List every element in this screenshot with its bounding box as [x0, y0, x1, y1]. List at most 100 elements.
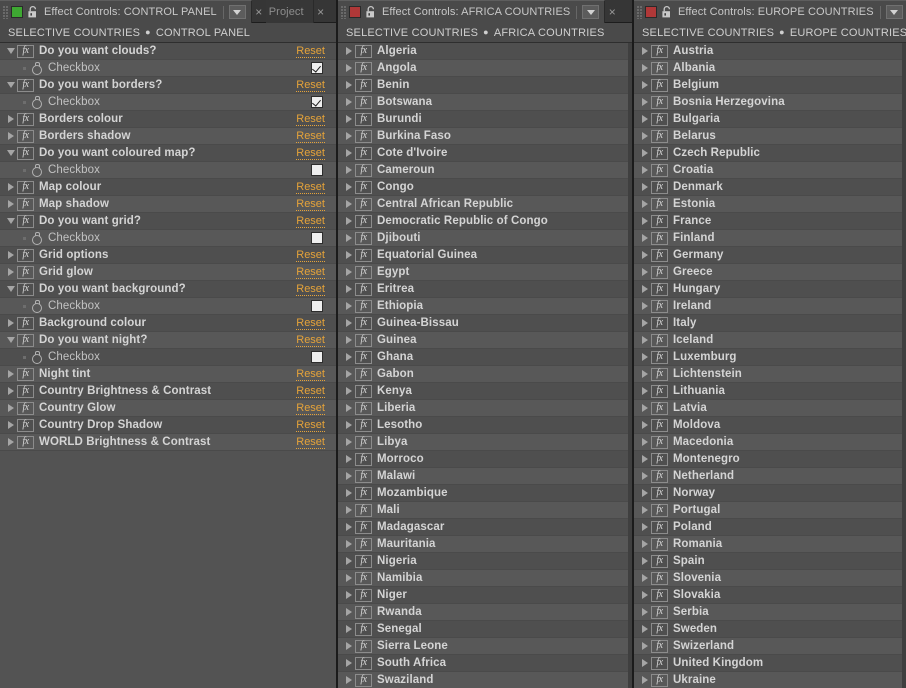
effect-list-africa-countries[interactable]: fx Algeria fx Angola fx Benin fx Botswana fx Buru…	[338, 43, 632, 688]
twirl-open-icon[interactable]	[5, 281, 17, 298]
twirl-closed-icon[interactable]	[639, 655, 651, 672]
fx-icon[interactable]: fx	[651, 401, 668, 415]
effect-row[interactable]: fx Slovenia	[634, 570, 906, 587]
twirl-closed-icon[interactable]	[343, 349, 355, 366]
twirl-closed-icon[interactable]	[639, 298, 651, 315]
fx-icon[interactable]: fx	[355, 265, 372, 279]
fx-icon[interactable]: fx	[355, 61, 372, 75]
twirl-closed-icon[interactable]	[343, 519, 355, 536]
keyframe-navigator-dot[interactable]	[19, 230, 30, 247]
keyframe-navigator-dot[interactable]	[19, 162, 30, 179]
fx-icon[interactable]: fx	[651, 265, 668, 279]
fx-icon[interactable]: fx	[17, 180, 34, 194]
fx-icon[interactable]: fx	[17, 129, 34, 143]
reset-link[interactable]: Reset	[296, 266, 325, 279]
effect-row[interactable]: fx Latvia	[634, 400, 906, 417]
twirl-closed-icon[interactable]	[639, 638, 651, 655]
effect-row[interactable]: fx Morroco	[338, 451, 632, 468]
twirl-closed-icon[interactable]	[5, 383, 17, 400]
scrollbar-vertical[interactable]	[902, 43, 906, 688]
twirl-closed-icon[interactable]	[639, 468, 651, 485]
fx-icon[interactable]: fx	[355, 282, 372, 296]
fx-icon[interactable]: fx	[651, 384, 668, 398]
effect-row[interactable]: fx Benin	[338, 77, 632, 94]
twirl-open-icon[interactable]	[5, 145, 17, 162]
effect-row[interactable]: fx Do you want clouds? Reset	[0, 43, 336, 60]
fx-icon[interactable]: fx	[17, 401, 34, 415]
checkbox-control[interactable]	[311, 96, 323, 108]
effect-row[interactable]: fx Spain	[634, 553, 906, 570]
fx-icon[interactable]: fx	[355, 571, 372, 585]
reset-link[interactable]: Reset	[296, 368, 325, 381]
keyframe-navigator-dot[interactable]	[19, 298, 30, 315]
fx-icon[interactable]: fx	[651, 452, 668, 466]
twirl-closed-icon[interactable]	[639, 502, 651, 519]
effect-row[interactable]: fx Netherland	[634, 468, 906, 485]
tab-drag-grip[interactable]	[341, 5, 346, 19]
twirl-closed-icon[interactable]	[5, 179, 17, 196]
twirl-closed-icon[interactable]	[343, 570, 355, 587]
effect-row[interactable]: fx Burundi	[338, 111, 632, 128]
effect-row[interactable]: fx Lithuania	[634, 383, 906, 400]
fx-icon[interactable]: fx	[651, 588, 668, 602]
effect-row[interactable]: fx Egypt	[338, 264, 632, 281]
effect-list-europe-countries[interactable]: fx Austria fx Albania fx Belgium fx Bosnia Herz…	[634, 43, 906, 688]
fx-icon[interactable]: fx	[651, 537, 668, 551]
fx-icon[interactable]: fx	[17, 265, 34, 279]
effect-row[interactable]: fx Greece	[634, 264, 906, 281]
fx-icon[interactable]: fx	[355, 197, 372, 211]
effect-row[interactable]: fx Ireland	[634, 298, 906, 315]
layer-color-swatch[interactable]	[645, 6, 657, 18]
effect-row[interactable]: fx Djibouti	[338, 230, 632, 247]
stopwatch-icon[interactable]	[30, 350, 43, 364]
fx-icon[interactable]: fx	[651, 350, 668, 364]
fx-icon[interactable]: fx	[651, 129, 668, 143]
effect-row[interactable]: fx Macedonia	[634, 434, 906, 451]
effect-row[interactable]: fx Grid options Reset	[0, 247, 336, 264]
panel-menu-button[interactable]	[885, 5, 903, 19]
fx-icon[interactable]: fx	[651, 673, 668, 687]
effect-row[interactable]: fx Background colour Reset	[0, 315, 336, 332]
fx-icon[interactable]: fx	[651, 367, 668, 381]
checkbox-control[interactable]	[311, 164, 323, 176]
effect-row[interactable]: fx Senegal	[338, 621, 632, 638]
fx-icon[interactable]: fx	[651, 231, 668, 245]
effect-row[interactable]: fx Burkina Faso	[338, 128, 632, 145]
fx-icon[interactable]: fx	[17, 435, 34, 449]
fx-icon[interactable]: fx	[355, 333, 372, 347]
fx-icon[interactable]: fx	[355, 384, 372, 398]
twirl-closed-icon[interactable]	[343, 485, 355, 502]
twirl-closed-icon[interactable]	[639, 196, 651, 213]
twirl-closed-icon[interactable]	[343, 60, 355, 77]
tab-drag-grip[interactable]	[637, 5, 642, 19]
fx-icon[interactable]: fx	[651, 197, 668, 211]
fx-icon[interactable]: fx	[355, 418, 372, 432]
fx-icon[interactable]: fx	[651, 520, 668, 534]
property-row[interactable]: Checkbox	[0, 230, 336, 247]
effect-row[interactable]: fx United Kingdom	[634, 655, 906, 672]
fx-icon[interactable]: fx	[355, 129, 372, 143]
twirl-closed-icon[interactable]	[5, 264, 17, 281]
fx-icon[interactable]: fx	[17, 112, 34, 126]
property-row[interactable]: Checkbox	[0, 349, 336, 366]
stopwatch-icon[interactable]	[30, 163, 43, 177]
effect-row[interactable]: fx Mauritania	[338, 536, 632, 553]
fx-icon[interactable]: fx	[651, 299, 668, 313]
twirl-closed-icon[interactable]	[343, 43, 355, 60]
property-row[interactable]: Checkbox	[0, 298, 336, 315]
effect-row[interactable]: fx Ukraine	[634, 672, 906, 688]
fx-icon[interactable]: fx	[355, 401, 372, 415]
effect-row[interactable]: fx Do you want coloured map? Reset	[0, 145, 336, 162]
twirl-closed-icon[interactable]	[639, 332, 651, 349]
fx-icon[interactable]: fx	[355, 503, 372, 517]
effect-row[interactable]: fx Country Drop Shadow Reset	[0, 417, 336, 434]
twirl-closed-icon[interactable]	[343, 145, 355, 162]
effect-row[interactable]: fx Democratic Republic of Congo	[338, 213, 632, 230]
effect-row[interactable]: fx Hungary	[634, 281, 906, 298]
twirl-closed-icon[interactable]	[343, 417, 355, 434]
stopwatch-icon[interactable]	[30, 95, 43, 109]
effect-row[interactable]: fx Do you want background? Reset	[0, 281, 336, 298]
effect-row[interactable]: fx Lesotho	[338, 417, 632, 434]
reset-link[interactable]: Reset	[296, 198, 325, 211]
fx-icon[interactable]: fx	[17, 384, 34, 398]
